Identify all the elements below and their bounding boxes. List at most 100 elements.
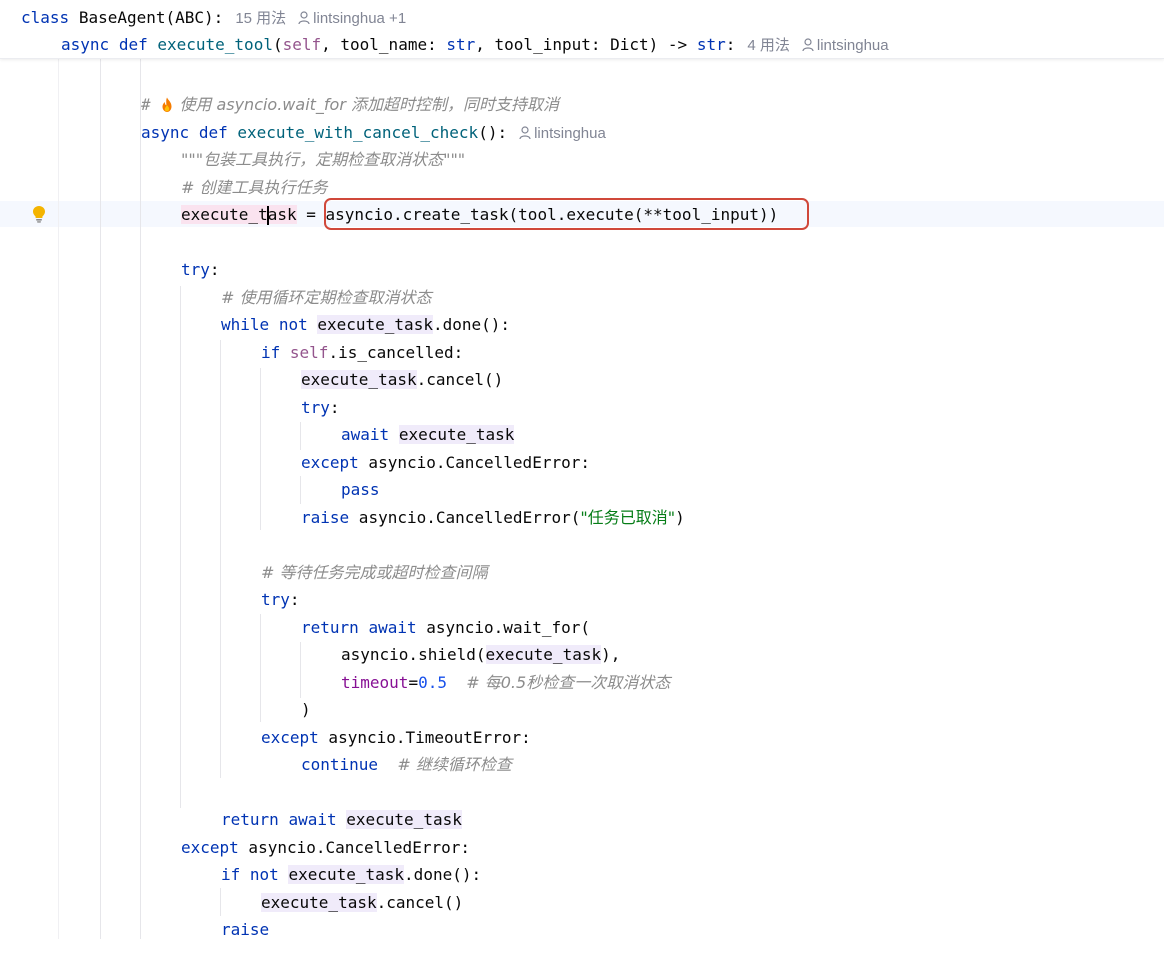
call: .done():: [432, 315, 511, 334]
code-line[interactable]: """包装工具执行，定期检查取消状态""": [0, 147, 1164, 173]
code-line[interactable]: except asyncio.TimeoutError:: [0, 725, 1164, 751]
await-keyword: await: [368, 618, 417, 637]
return-keyword: return: [221, 810, 279, 829]
exception-type: asyncio.CancelledError:: [238, 838, 470, 857]
raise-keyword: raise: [301, 508, 350, 527]
exception-call: asyncio.CancelledError(: [349, 508, 581, 527]
method-author-name: lintsinghua: [816, 37, 889, 54]
code-line[interactable]: await execute_task: [0, 422, 1164, 448]
call: .cancel(): [416, 370, 504, 389]
variable-read: execute_task: [317, 315, 433, 334]
class-name[interactable]: BaseAgent: [79, 8, 166, 27]
variable-read: execute_task: [346, 810, 462, 829]
number-literal: 0.5: [418, 673, 447, 692]
method-usages-hint[interactable]: 4 用法: [747, 37, 790, 54]
code-line[interactable]: ): [0, 697, 1164, 723]
code-line[interactable]: pass: [0, 477, 1164, 503]
user-icon: [802, 38, 814, 52]
punct: ():: [478, 123, 508, 142]
code-line[interactable]: try:: [0, 395, 1164, 421]
await-keyword: await: [341, 425, 390, 444]
variable-read: execute_task: [398, 425, 515, 444]
comment: # 创建工具执行任务: [181, 178, 328, 197]
code-line[interactable]: timeout=0.5 # 每0.5秒检查一次取消状态: [0, 670, 1164, 696]
attr: .is_cancelled:: [328, 343, 464, 362]
function-name[interactable]: execute_with_cancel_check: [237, 123, 478, 142]
code-line[interactable]: execute_task.cancel(): [0, 367, 1164, 393]
code-line[interactable]: asyncio.shield(execute_task),: [0, 642, 1164, 668]
class-author-name: lintsinghua +1: [313, 10, 407, 27]
call: .cancel(): [376, 893, 464, 912]
paren: ): [301, 700, 311, 719]
not-keyword: not: [249, 865, 279, 884]
comment: # 继续循环检查: [397, 755, 512, 774]
author-hint[interactable]: lintsinghua: [519, 125, 606, 142]
class-args: (ABC):: [165, 8, 224, 27]
user-icon: [519, 126, 531, 140]
highlight-callout: [324, 198, 809, 230]
variable-read: execute_task: [261, 893, 377, 912]
exception-type: asyncio.CancelledError:: [358, 453, 590, 472]
assign: =: [296, 205, 326, 224]
call: .done():: [404, 865, 482, 884]
shield-call: asyncio.shield(: [341, 645, 486, 664]
type-str: str: [446, 35, 476, 54]
sticky-method-line[interactable]: async def execute_tool(self, tool_name: …: [0, 32, 1164, 58]
code-line[interactable]: execute_task.cancel(): [0, 890, 1164, 916]
code-line[interactable]: async def execute_with_cancel_check(): li…: [0, 120, 1164, 146]
code-line[interactable]: return await execute_task: [0, 807, 1164, 833]
comment: # 使用循环定期检查取消状态: [221, 288, 432, 307]
punct: ),: [601, 645, 621, 664]
colon: :: [329, 398, 340, 417]
assign: =: [408, 673, 419, 692]
comment-text: 使用 asyncio.wait_for 添加超时控制，同时支持取消: [174, 95, 560, 114]
code-line[interactable]: except asyncio.CancelledError:: [0, 835, 1164, 861]
variable-read: execute_task: [288, 865, 405, 884]
comment: #: [141, 95, 161, 114]
keyword-arg: timeout: [341, 673, 409, 692]
class-author-hint[interactable]: lintsinghua +1: [298, 10, 406, 27]
pass-keyword: pass: [341, 480, 380, 499]
code-line[interactable]: try:: [0, 257, 1164, 283]
exception-type: asyncio.TimeoutError:: [318, 728, 531, 747]
code-line[interactable]: try:: [0, 587, 1164, 613]
try-keyword: try: [301, 398, 330, 417]
code-line[interactable]: continue # 继续循环检查: [0, 752, 1164, 778]
self-ref: self: [289, 343, 329, 362]
code-line[interactable]: while not execute_task.done():: [0, 312, 1164, 338]
method-author-hint[interactable]: lintsinghua: [802, 37, 889, 54]
code-line[interactable]: if not execute_task.done():: [0, 862, 1164, 888]
comment: # 每0.5秒检查一次取消状态: [466, 673, 671, 692]
while-keyword: while: [221, 315, 270, 334]
except-keyword: except: [181, 838, 239, 857]
self-param: self: [282, 35, 322, 54]
raise-keyword: raise: [221, 920, 270, 939]
code-line[interactable]: except asyncio.CancelledError:: [0, 450, 1164, 476]
param-tool-name: , tool_name:: [321, 35, 447, 54]
except-keyword: except: [261, 728, 319, 747]
except-keyword: except: [301, 453, 359, 472]
code-line[interactable]: if self.is_cancelled:: [0, 340, 1164, 366]
colon: :: [209, 260, 220, 279]
try-keyword: try: [261, 590, 290, 609]
code-line[interactable]: raise asyncio.CancelledError("任务已取消"): [0, 505, 1164, 531]
colon: :: [289, 590, 300, 609]
code-line[interactable]: # 等待任务完成或超时检查间隔: [0, 560, 1164, 586]
class-usages-hint[interactable]: 15 用法: [235, 10, 286, 27]
variable-read: execute_task: [301, 370, 417, 389]
def-keyword: def: [198, 123, 228, 142]
code-line[interactable]: # 使用循环定期检查取消状态: [0, 285, 1164, 311]
fire-icon: [162, 97, 172, 112]
sticky-class-line[interactable]: class BaseAgent(ABC): 15 用法 lintsinghua +1: [0, 5, 1164, 31]
string-literal: "任务已取消": [580, 508, 676, 527]
class-keyword: class: [21, 8, 70, 27]
if-keyword: if: [221, 865, 241, 884]
async-keyword: async: [61, 35, 110, 54]
method-name[interactable]: execute_tool: [157, 35, 273, 54]
comment: # 等待任务完成或超时检查间隔: [261, 563, 488, 582]
code-line[interactable]: return await asyncio.wait_for(: [0, 615, 1164, 641]
code-line[interactable]: raise: [0, 917, 1164, 943]
continue-keyword: continue: [301, 755, 379, 774]
colon: :: [725, 35, 736, 54]
code-line[interactable]: # 使用 asyncio.wait_for 添加超时控制，同时支持取消: [0, 92, 1164, 118]
